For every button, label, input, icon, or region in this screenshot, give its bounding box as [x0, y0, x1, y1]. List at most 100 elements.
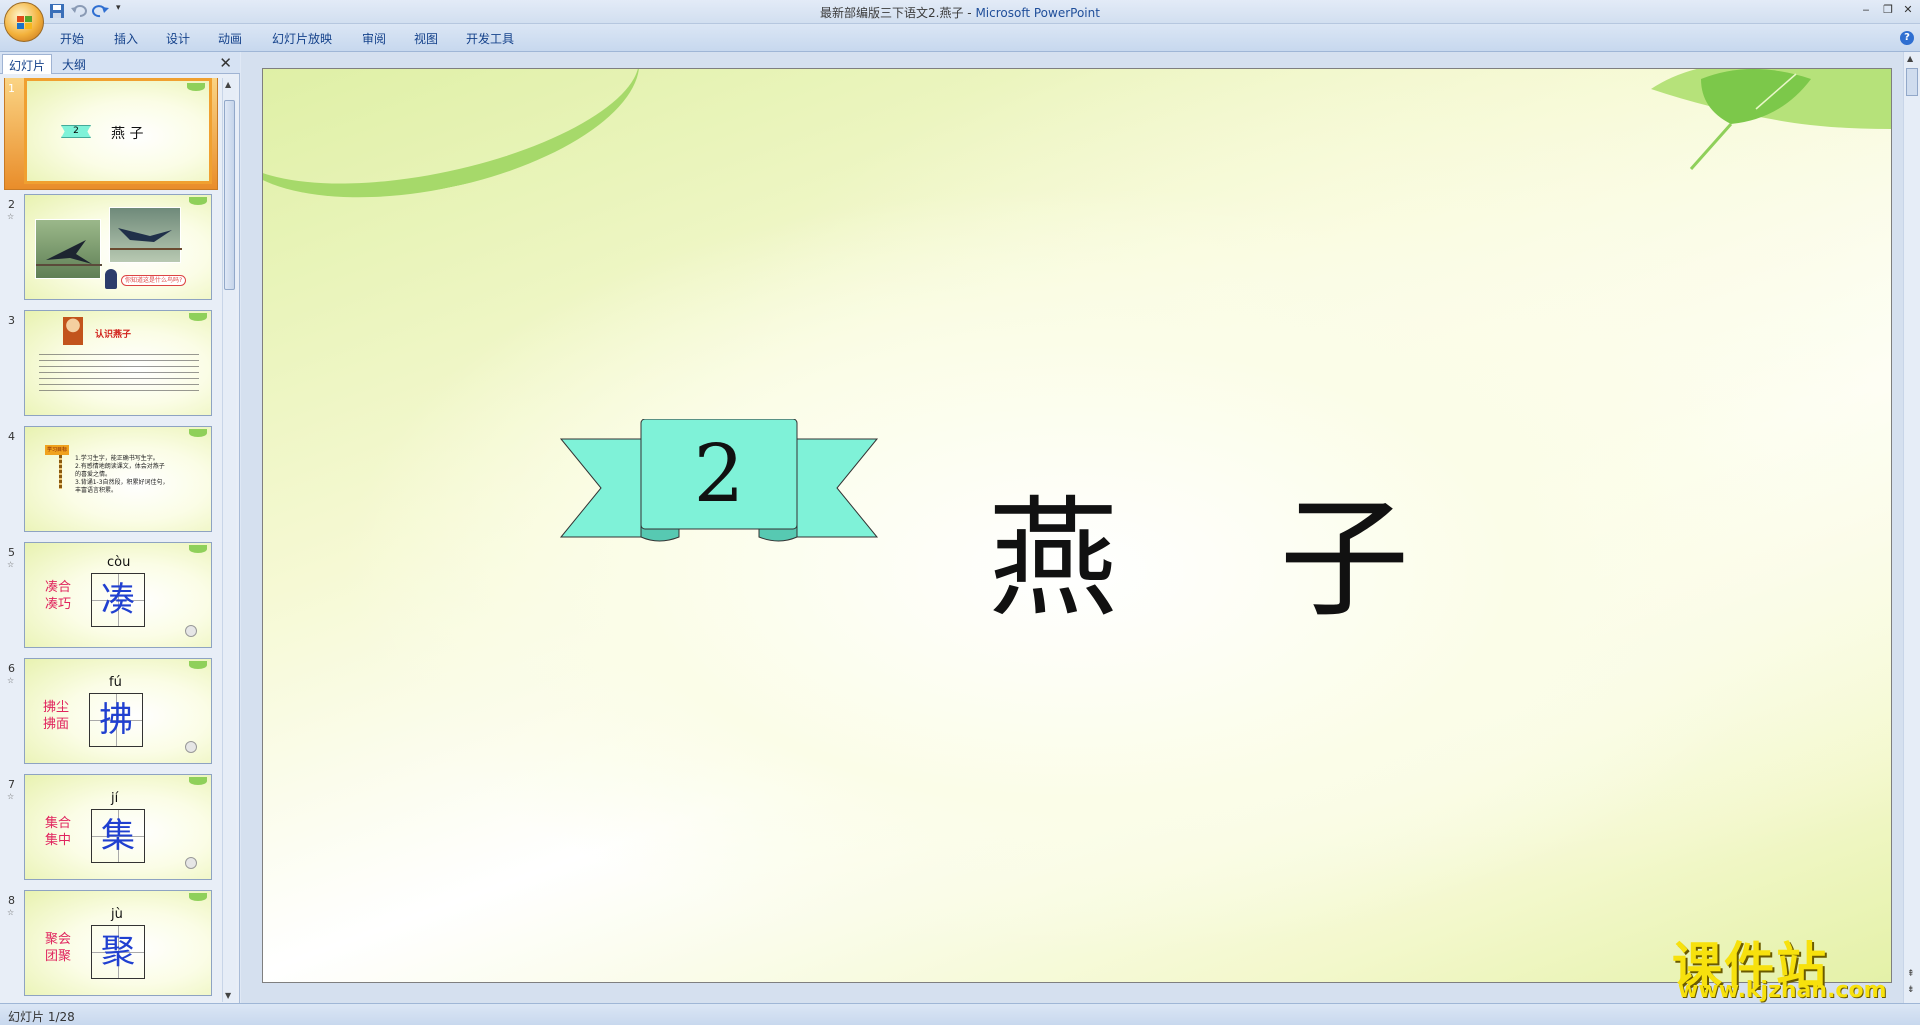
animation-star-icon: ☆ [7, 908, 15, 917]
watermark-url: www.kjzhan.com [1678, 978, 1887, 1003]
pinyin-label: còu [107, 555, 131, 570]
window-title: 最新部编版三下语文2.燕子 - Microsoft PowerPoint [0, 4, 1920, 21]
objective-line: 丰富语言积累。 [75, 487, 118, 494]
scroll-thumb[interactable] [1906, 68, 1918, 96]
thumbnail-number-badge: 2 [61, 125, 91, 138]
animation-star-icon: ☆ [7, 792, 15, 801]
objective-line: 1.学习生字，能正确书写生字。 [75, 455, 159, 462]
tab-insert[interactable]: 插入 [114, 30, 138, 47]
word-list: 凑合 凑巧 [45, 579, 71, 613]
cartoon-child-icon [105, 269, 117, 289]
objective-line: 的喜爱之情。 [75, 471, 112, 478]
editor-scrollbar[interactable]: ▲ ⇞ ⇟ [1903, 52, 1920, 1003]
leaf-decoration [189, 661, 207, 669]
swallow-photo-1 [35, 219, 102, 279]
thumbnail-scrollbar[interactable]: ▲ ▼ [222, 78, 236, 1002]
thumbnail-row[interactable]: 7 ☆ 集合 集中 jí 集 [0, 774, 220, 884]
tab-review[interactable]: 审阅 [362, 30, 386, 47]
thumbnail-number: 7 [8, 778, 15, 791]
slide-thumbnail[interactable]: 集合 集中 jí 集 [24, 774, 212, 880]
thumbnail-number: 8 [8, 894, 15, 907]
word-list: 聚会 团聚 [45, 931, 71, 965]
tian-grid-char: 集 [91, 809, 145, 863]
green-leaf-decoration [1651, 69, 1891, 170]
slide-thumbnail[interactable]: 你知道这是什么鸟吗? [24, 194, 212, 300]
thumbnail-heading: 认识燕子 [95, 330, 132, 340]
thumbnail-row[interactable]: 4 学习目标 1.学习生字，能正确书写生字。 2.有感情地朗读课文，体会对燕子 … [0, 426, 220, 536]
animation-star-icon: ☆ [7, 560, 15, 569]
tab-design[interactable]: 设计 [166, 30, 190, 47]
slide-thumbnail[interactable]: 学习目标 1.学习生字，能正确书写生字。 2.有感情地朗读课文，体会对燕子 的喜… [24, 426, 212, 532]
leaf-decoration [189, 777, 207, 785]
leaf-decoration [187, 83, 205, 91]
thumbnail-row[interactable]: 1 2 燕 子 [0, 78, 220, 190]
slide-title[interactable]: 燕 子 [988, 454, 1469, 642]
pane-close-icon[interactable]: ✕ [219, 54, 232, 72]
slide-thumbnail[interactable]: 聚会 团聚 jù 聚 [24, 890, 212, 996]
title-separator: - [963, 6, 976, 20]
slide-thumbnail[interactable]: 凑合 凑巧 còu 凑 [24, 542, 212, 648]
vocab-word: 凑巧 [45, 597, 72, 612]
signpost-badge: 学习目标 [45, 445, 70, 455]
tab-slideshow[interactable]: 幻灯片放映 [272, 30, 332, 47]
slide-canvas[interactable]: 2 燕 子 [262, 68, 1892, 983]
tab-view[interactable]: 视图 [414, 30, 438, 47]
signpost-pole [59, 455, 62, 489]
tian-grid-char: 聚 [91, 925, 145, 979]
tab-slides[interactable]: 幻灯片 [2, 54, 53, 74]
slide-number-badge: 2 [694, 427, 745, 520]
tab-outline[interactable]: 大纲 [56, 54, 92, 74]
thumbnail-number: 5 [8, 546, 15, 559]
close-icon[interactable]: ✕ [1898, 2, 1918, 18]
pinyin-label: jí [111, 791, 119, 806]
help-icon[interactable]: ? [1900, 31, 1914, 45]
tian-grid-char: 凑 [91, 573, 145, 627]
document-title: 最新部编版三下语文2.燕子 [820, 6, 964, 20]
vocab-word: 凑合 [45, 580, 72, 595]
slide-thumbnail[interactable]: 2 燕 子 [24, 78, 212, 184]
scroll-up-icon[interactable]: ▲ [225, 80, 231, 89]
status-bar: 幻灯片 1/28 [0, 1003, 1920, 1025]
thumbnail-number: 3 [8, 314, 15, 327]
thumbnail-row[interactable]: 2 ☆ 你知道这是什么鸟吗? [0, 194, 220, 304]
cartoon-child-icon [185, 857, 197, 869]
thumbnail-number: 4 [8, 430, 15, 443]
slide-thumbnail[interactable]: 拂尘 拂面 fú 拂 [24, 658, 212, 764]
slide-thumbnail[interactable]: 认识燕子 [24, 310, 212, 416]
scroll-thumb[interactable] [224, 100, 235, 290]
leaf-decoration [189, 429, 207, 437]
swallow-photo-2 [109, 207, 182, 263]
objective-line: 3.背诵1-3自然段，积累好词佳句， [75, 479, 169, 486]
vocab-word: 聚会 [45, 932, 72, 947]
thumbnail-row[interactable]: 8 ☆ 聚会 团聚 jù 聚 [0, 890, 220, 1000]
office-logo-icon [17, 16, 32, 29]
cartoon-girl-icon [63, 317, 83, 345]
thumbnail-row[interactable]: 3 认识燕子 [0, 310, 220, 420]
vocab-word: 集中 [45, 833, 72, 848]
vocab-word: 团聚 [45, 949, 72, 964]
thumbnail-row[interactable]: 6 ☆ 拂尘 拂面 fú 拂 [0, 658, 220, 768]
cartoon-child-icon [185, 741, 197, 753]
restore-icon[interactable]: ❐ [1878, 2, 1898, 18]
scroll-up-icon[interactable]: ▲ [1907, 54, 1913, 63]
animation-star-icon: ☆ [7, 212, 15, 221]
thumbnail-row[interactable]: 5 ☆ 凑合 凑巧 còu 凑 [0, 542, 220, 652]
scroll-down-icon[interactable]: ▼ [225, 991, 231, 1000]
tab-home[interactable]: 开始 [60, 30, 84, 47]
objective-line: 2.有感情地朗读课文，体会对燕子 [75, 463, 165, 470]
vocab-word: 拂面 [43, 717, 70, 732]
tab-developer[interactable]: 开发工具 [466, 30, 514, 47]
tab-animations[interactable]: 动画 [218, 30, 242, 47]
pinyin-label: jù [111, 907, 123, 922]
thumbnail-number: 6 [8, 662, 15, 675]
pane-tabs: 幻灯片 大纲 ✕ [0, 52, 240, 74]
office-button[interactable] [4, 2, 44, 42]
thumbnail-number: 2 [8, 198, 15, 211]
vocab-word: 集合 [45, 816, 72, 831]
app-name: Microsoft PowerPoint [975, 6, 1100, 20]
watermark-logo: 课件站 www.kjzhan.com [1664, 924, 1916, 1004]
pinyin-label: fú [109, 675, 122, 690]
leaf-decoration [189, 197, 207, 205]
thumbnail-title: 燕 子 [111, 126, 144, 142]
minimize-icon[interactable]: ‒ [1856, 2, 1876, 18]
